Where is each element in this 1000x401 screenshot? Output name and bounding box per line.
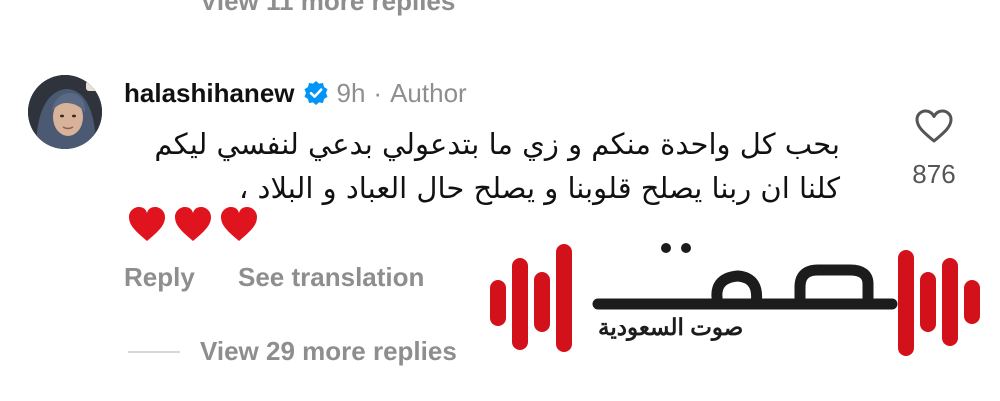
comment-header: halashihanew 9h · Author	[124, 77, 467, 109]
view-more-replies[interactable]: View 29 more replies	[200, 336, 457, 367]
red-heart-icon	[129, 207, 165, 241]
view-more-replies-top[interactable]: View 11 more replies	[200, 0, 455, 17]
reply-button[interactable]: Reply	[124, 262, 238, 293]
watermark-logo	[490, 243, 980, 356]
see-translation-button[interactable]: See translation	[238, 262, 424, 293]
comment-actions: Reply See translation	[124, 262, 424, 293]
avatar-image	[28, 75, 102, 149]
like-column: 876	[904, 108, 964, 190]
watermark-text: صوت السعودية	[598, 314, 744, 340]
avatar[interactable]	[28, 75, 102, 149]
comment-time: 9h	[336, 77, 366, 108]
red-heart-icon	[221, 207, 257, 241]
heart-outline-icon	[915, 109, 953, 143]
author-label: Author	[390, 77, 467, 108]
comment-line-1: بحب كل واحدة منكم و زي ما بتدعولي بدعي ل…	[154, 127, 840, 161]
comment-line-2: كلنا ان ربنا يصلح قلوبنا و يصلح حال العب…	[238, 171, 840, 205]
replies-divider	[128, 351, 180, 353]
heart-emojis	[127, 205, 259, 243]
comment-text: بحب كل واحدة منكم و زي ما بتدعولي بدعي ل…	[120, 122, 840, 210]
like-button[interactable]	[914, 109, 954, 148]
red-heart-icon	[175, 207, 211, 241]
username[interactable]: halashihanew	[124, 78, 295, 109]
like-count: 876	[912, 159, 956, 189]
verified-badge-icon	[304, 81, 327, 105]
meta-separator: ·	[373, 77, 383, 108]
